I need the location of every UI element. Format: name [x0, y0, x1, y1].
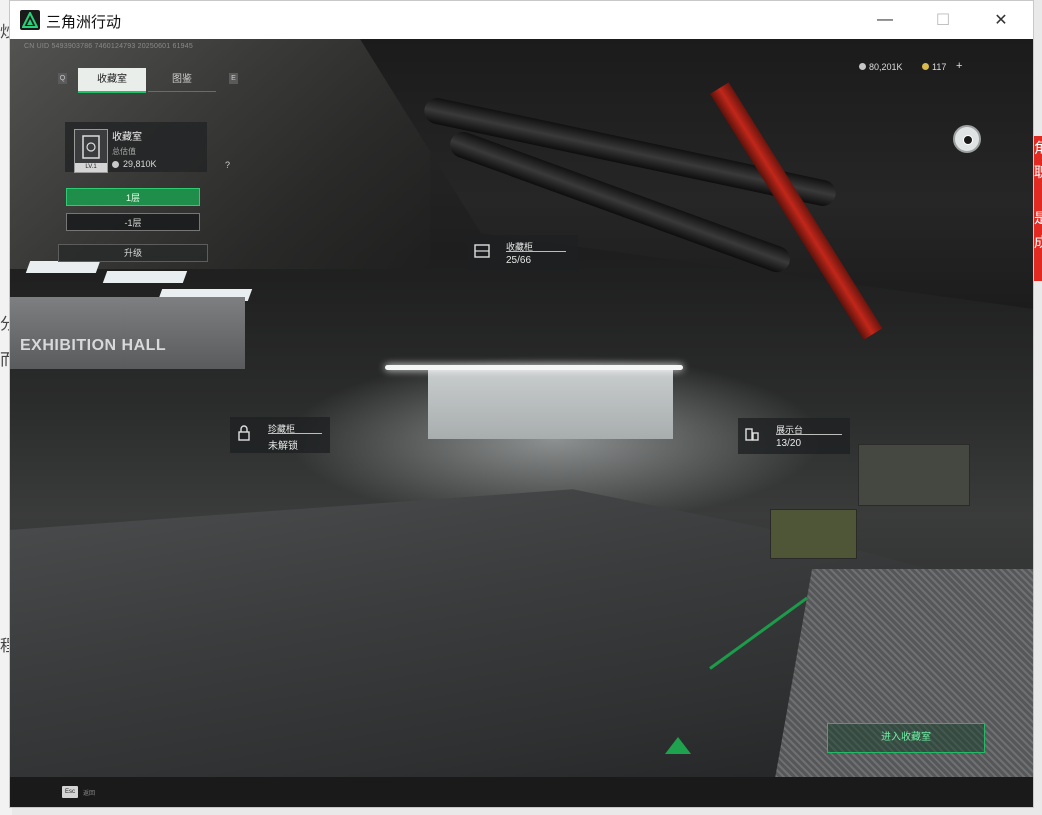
collection-title: 收藏室	[112, 132, 142, 143]
floor-minus-1-button[interactable]: -1层	[66, 213, 200, 231]
player-uid: CN UID 5493903786 7460124793 20250601 61…	[24, 43, 193, 50]
skylight	[102, 271, 188, 283]
coin-icon	[859, 63, 866, 70]
equipment-crate	[770, 509, 857, 559]
tag-divider	[506, 251, 566, 252]
floor-marker-triangle	[665, 737, 691, 754]
strip-char: 角	[1034, 140, 1042, 156]
esc-label: 返回	[83, 791, 96, 797]
cabinet-icon	[474, 244, 490, 258]
token-icon	[922, 63, 929, 70]
skylight	[25, 261, 101, 273]
tab-next-key[interactable]: E	[229, 73, 238, 84]
collection-subtitle: 总估值	[112, 147, 136, 156]
camera-icon[interactable]	[953, 125, 981, 153]
display-case	[858, 444, 970, 506]
floor-1-button[interactable]: 1层	[66, 188, 200, 206]
close-icon: ✕	[994, 12, 1008, 29]
tab-catalog[interactable]: 图鉴	[148, 68, 216, 92]
maximize-button[interactable]: ☐	[920, 1, 966, 39]
strip-char: 职	[1034, 164, 1042, 180]
app-logo-icon	[20, 10, 40, 30]
rare-cabinet-tag[interactable]: 珍藏柜 未解锁	[230, 417, 330, 453]
upgrade-button[interactable]: 升级	[58, 244, 208, 262]
title-bar[interactable]: 三角洲行动 — ☐ ✕	[10, 1, 1033, 39]
level-badge: LV.1	[74, 129, 108, 173]
window-title: 三角洲行动	[46, 14, 122, 31]
token-balance: 117	[932, 62, 947, 72]
rare-cabinet-status: 未解锁	[268, 441, 298, 452]
cabinet-tag[interactable]: 收藏柜 25/66	[468, 235, 578, 271]
esc-key[interactable]: Esc	[62, 786, 78, 798]
tab-bar: Q 收藏室 图鉴 E	[58, 68, 238, 93]
collection-info-card: LV.1 收藏室 总估值 29,810K ?	[65, 122, 230, 173]
exhibition-hall-wall	[10, 297, 245, 369]
game-window: 三角洲行动 — ☐ ✕ EXHIBITION HALL CN UID 54939…	[9, 0, 1034, 808]
coin-balance: 80,201K	[869, 62, 903, 72]
game-viewport[interactable]: EXHIBITION HALL CN UID 5493903786 746012…	[10, 39, 1033, 807]
strip-char: 成	[1034, 234, 1042, 250]
tab-collection-room[interactable]: 收藏室	[78, 68, 146, 93]
collection-value: 29,810K	[123, 159, 157, 169]
bottom-bar	[10, 777, 1033, 807]
tag-divider	[268, 433, 322, 434]
tag-divider	[776, 434, 842, 435]
display-stand-count: 13/20	[776, 438, 802, 449]
minimize-icon: —	[877, 11, 893, 28]
level-label: LV.1	[75, 163, 107, 172]
floor-grate	[770, 569, 1033, 807]
coin-icon	[112, 161, 119, 168]
cabinet-icon	[82, 135, 100, 159]
help-icon[interactable]: ?	[225, 160, 230, 170]
background-strip-right: 角 职 是 成	[1033, 136, 1042, 281]
display-icon	[745, 428, 759, 441]
enter-collection-button[interactable]: 进入收藏室	[827, 723, 985, 753]
add-currency-button[interactable]: +	[956, 60, 962, 72]
cabinet-count: 25/66	[506, 255, 532, 266]
ceiling-light-strip	[385, 365, 683, 370]
tab-prev-key[interactable]: Q	[58, 73, 67, 84]
minimize-button[interactable]: —	[862, 1, 908, 39]
strip-char: 是	[1034, 210, 1042, 226]
exhibition-hall-sign: EXHIBITION HALL	[20, 337, 167, 354]
maximize-icon: ☐	[935, 12, 951, 29]
display-wall	[428, 369, 673, 439]
display-stand-tag[interactable]: 展示台 13/20	[738, 418, 850, 454]
lock-icon	[238, 425, 250, 441]
close-button[interactable]: ✕	[978, 1, 1024, 39]
